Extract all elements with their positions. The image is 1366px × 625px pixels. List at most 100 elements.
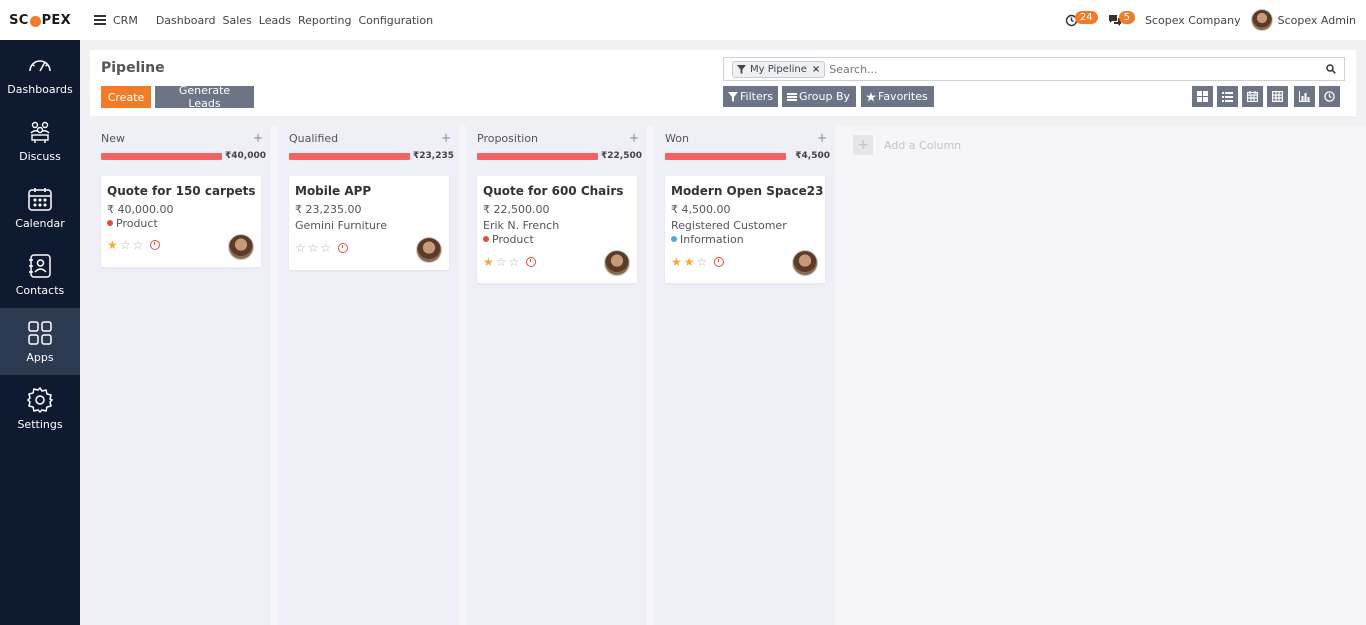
activity-clock-icon[interactable] [338, 243, 349, 253]
salesperson-avatar [792, 250, 818, 276]
sidebar-item-apps[interactable]: Apps [0, 308, 80, 375]
kanban-card[interactable]: Quote for 150 carpets ₹ 40,000.00 Produc… [101, 176, 261, 267]
priority-star-icon[interactable]: ☆ [120, 239, 131, 251]
priority-star-icon[interactable]: ★ [671, 256, 682, 268]
sidebar-item-contacts[interactable]: Contacts [0, 241, 80, 308]
activity-view-icon[interactable] [1319, 86, 1340, 107]
tag-dot [107, 220, 113, 226]
search-icon[interactable] [1324, 64, 1338, 74]
kanban-card[interactable]: Mobile APP ₹ 23,235.00 Gemini Furniture … [289, 176, 449, 270]
app-sidebar: SC PEX Dashboards Discuss Calendar Contac… [0, 0, 80, 625]
sidebar-item-label: Contacts [15, 284, 65, 297]
user-menu[interactable]: Scopex Admin [1278, 14, 1356, 27]
facet-label: My Pipeline [750, 63, 807, 75]
priority-star-icon[interactable]: ☆ [496, 256, 507, 268]
column-title[interactable]: Won [665, 132, 689, 145]
priority-star-icon[interactable]: ★ [107, 239, 118, 251]
generate-leads-button[interactable]: Generate Leads [155, 84, 254, 110]
priority-star-icon[interactable]: ☆ [509, 256, 520, 268]
quick-create-icon[interactable]: + [441, 131, 451, 145]
group-by-button[interactable]: Group By [782, 86, 856, 107]
card-amount: ₹ 22,500.00 [483, 203, 550, 216]
activity-clock-icon[interactable] [526, 257, 537, 267]
menu-dashboard[interactable]: Dashboard [156, 14, 216, 27]
salesperson-avatar [228, 234, 254, 260]
card-amount: ₹ 23,235.00 [295, 203, 362, 216]
priority-stars: ★ ☆ ☆ [483, 256, 537, 268]
priority-star-icon[interactable]: ★ [684, 256, 695, 268]
column-title[interactable]: Proposition [477, 132, 538, 145]
priority-stars: ☆ ☆ ☆ [295, 242, 349, 254]
filters-button[interactable]: Filters [723, 86, 778, 107]
priority-star-icon[interactable]: ☆ [321, 242, 332, 254]
card-tag: Product [107, 217, 158, 230]
column-progress-bar[interactable] [665, 153, 786, 160]
kanban-column-new: New + ₹40,000 Quote for 150 carpets ₹ 40… [90, 126, 271, 625]
column-title[interactable]: Qualified [289, 132, 338, 145]
priority-star-icon[interactable]: ★ [483, 256, 494, 268]
card-title: Quote for 150 carpets [107, 184, 256, 198]
pivot-view-icon[interactable] [1267, 86, 1288, 107]
menu-configuration[interactable]: Configuration [358, 14, 433, 27]
quick-create-icon[interactable]: + [629, 131, 639, 145]
search-input[interactable] [829, 62, 1324, 76]
list-bars-icon [787, 92, 797, 101]
column-total: ₹4,500 [795, 151, 830, 161]
user-avatar[interactable] [1250, 9, 1273, 31]
menu-leads[interactable]: Leads [259, 14, 291, 27]
create-button[interactable]: Create [101, 86, 151, 108]
priority-star-icon[interactable]: ☆ [308, 242, 319, 254]
filter-icon [728, 91, 738, 102]
activity-menu[interactable]: 24 [1065, 10, 1098, 27]
column-progress-bar[interactable] [477, 153, 598, 160]
people-icon [30, 121, 50, 143]
card-tag: Product [483, 233, 534, 246]
sidebar-item-label: Apps [26, 351, 54, 364]
sidebar-item-calendar[interactable]: Calendar [0, 174, 80, 241]
remove-facet-icon[interactable]: × [812, 64, 820, 75]
calendar-view-icon[interactable] [1242, 86, 1263, 107]
filter-icon [737, 64, 746, 74]
page-title: Pipeline [101, 60, 165, 76]
sidebar-item-discuss[interactable]: Discuss [0, 107, 80, 174]
control-panel: Pipeline Create Generate Leads My Pipeli… [90, 50, 1356, 116]
sidebar-item-settings[interactable]: Settings [0, 375, 80, 442]
column-progress-bar[interactable] [101, 153, 222, 160]
scopex-logo[interactable]: SC PEX [0, 0, 80, 40]
menu-reporting[interactable]: Reporting [298, 14, 351, 27]
plus-icon: + [853, 135, 873, 155]
grid-icon [28, 321, 52, 345]
add-column-button[interactable]: + Add a Column [853, 135, 961, 155]
quick-create-icon[interactable]: + [817, 131, 827, 145]
message-count-badge: 5 [1118, 10, 1135, 24]
contact-book-icon [29, 254, 51, 278]
column-total: ₹22,500 [601, 151, 642, 161]
sidebar-item-label: Settings [17, 418, 63, 431]
priority-star-icon[interactable]: ☆ [295, 242, 306, 254]
activity-clock-icon[interactable] [714, 257, 725, 267]
kanban-view-icon[interactable] [1192, 86, 1213, 107]
activity-clock-icon[interactable] [150, 240, 161, 250]
menu-sales[interactable]: Sales [223, 14, 252, 27]
sidebar-item-label: Discuss [19, 150, 61, 163]
graph-view-icon[interactable] [1294, 86, 1315, 107]
card-customer: Gemini Furniture [295, 219, 387, 232]
column-total: ₹23,235 [413, 151, 454, 161]
quick-create-icon[interactable]: + [253, 131, 263, 145]
list-view-icon[interactable] [1217, 86, 1238, 107]
sidebar-item-dashboards[interactable]: Dashboards [0, 40, 80, 107]
sidebar-nav: Dashboards Discuss Calendar Contacts App… [0, 40, 80, 442]
kanban-card[interactable]: Modern Open Space23 ₹ 4,500.00 Registere… [665, 176, 825, 283]
column-total: ₹40,000 [225, 151, 266, 161]
gauge-icon [29, 60, 51, 72]
main-menu: Dashboard Sales Leads Reporting Configur… [156, 14, 433, 27]
kanban-card[interactable]: Quote for 600 Chairs ₹ 22,500.00 Erik N.… [477, 176, 637, 283]
hamburger-menu-icon[interactable] [94, 15, 106, 25]
priority-star-icon[interactable]: ☆ [133, 239, 144, 251]
column-title[interactable]: New [101, 132, 125, 145]
column-progress-bar[interactable] [289, 153, 410, 160]
company-switcher[interactable]: Scopex Company [1145, 14, 1241, 27]
priority-star-icon[interactable]: ☆ [697, 256, 708, 268]
favorites-button[interactable]: Favorites [861, 86, 934, 107]
messages-menu[interactable]: 5 [1108, 10, 1135, 27]
